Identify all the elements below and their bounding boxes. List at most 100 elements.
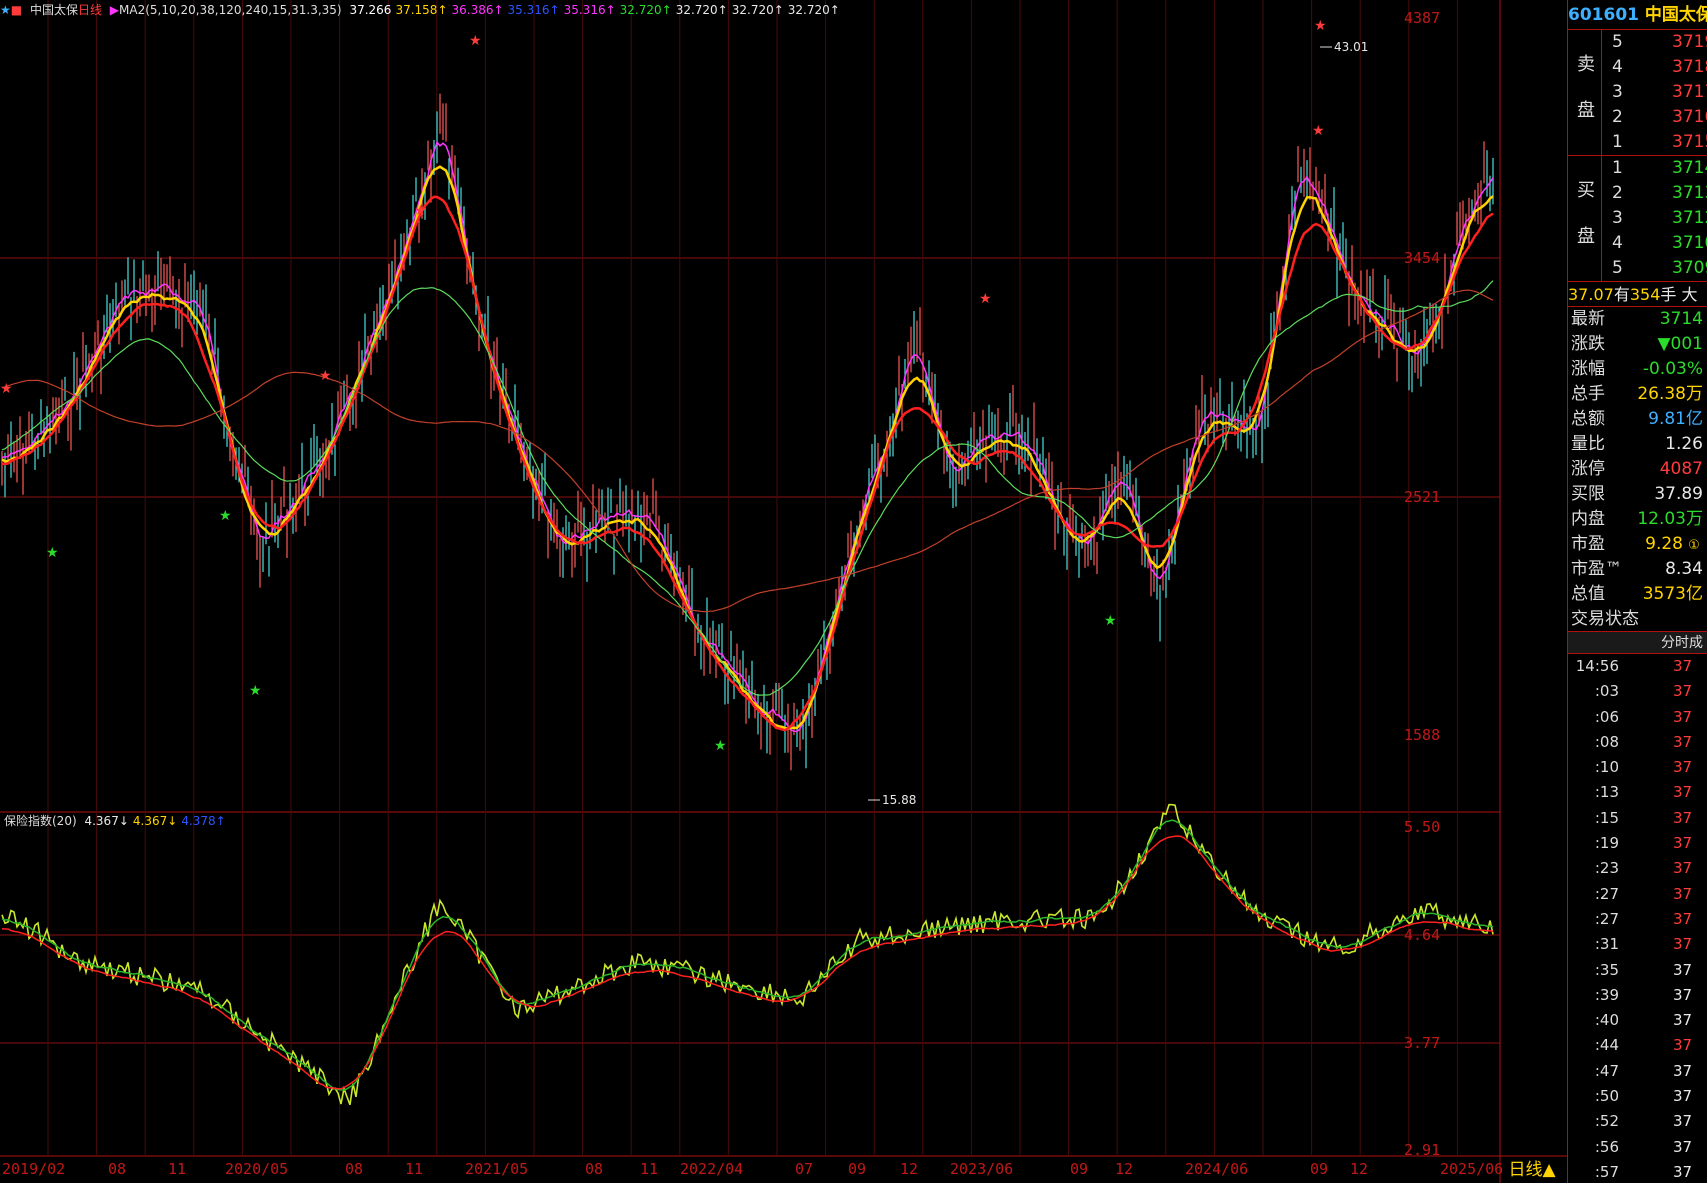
info-badge-icon[interactable]: ① [1685,537,1703,555]
quote-key: 最新 [1571,309,1605,329]
tick-row: 14:56 37 [1568,654,1707,679]
tick-time: :35 [1594,960,1619,979]
tick-price: 37 [1673,808,1693,827]
tick-price: 37 [1673,707,1693,726]
tick-time: :50 [1594,1087,1619,1106]
signal-star-icon: ★ [219,508,232,524]
tick-row: :23 37 [1568,856,1707,881]
ma-line-20 [1,195,1494,732]
quote-key: 涨停 [1571,459,1605,479]
quote-value: ▼001 [1657,334,1703,354]
quote-row: 总手 26.38万 [1568,382,1707,407]
signal-star-icon: ★ [469,33,482,49]
quote-row: 总值 3573亿 [1568,582,1707,607]
date-tick-label: 2019/02 [2,1160,66,1178]
sell-side-label: 卖 盘 [1568,30,1602,155]
sell-level-row[interactable]: 4 3718 [1602,55,1707,80]
sell-orderbook: 卖 盘 5 3719 4 3718 3 3717 2 3716 1 3715 [1568,30,1707,156]
period-tab[interactable]: 日线▲ [1500,1158,1564,1182]
sell-level-row[interactable]: 2 3716 [1602,105,1707,130]
sub-tick-label: 5.50 [1404,818,1441,836]
trade-summary: 37.07有354手 大 [1568,282,1707,307]
ma-value: 32.720↑ [731,3,784,17]
date-tick-label: 08 [585,1160,604,1178]
level-number: 3 [1612,82,1623,102]
date-tick-label: 2024/06 [1185,1160,1249,1178]
level-price: 3713 [1672,183,1707,203]
tick-price: 37 [1673,834,1693,853]
tick-row: :56 37 [1568,1135,1707,1160]
signal-star-icon: ★ [979,291,992,307]
level-price: 3718 [1672,57,1707,77]
kline-chart-canvas[interactable]: 43.01 15.88 ★ ★ ★ ★ ★ ★ ★ ★ ★ ★ ★ ★ [0,0,1707,1183]
buy-level-row[interactable]: 5 3709 [1602,256,1707,281]
tick-price: 37 [1673,1011,1693,1030]
tick-price: 37 [1673,1087,1693,1106]
tick-price: 37 [1673,1036,1693,1055]
tick-time: :57 [1594,1162,1619,1181]
date-tick-label: 12 [1115,1160,1134,1178]
high-price-annotation: 43.01 [1334,40,1368,54]
buy-level-row[interactable]: 1 3714 [1602,156,1707,181]
quote-value: 8.34 [1665,559,1703,579]
buy-level-row[interactable]: 3 3712 [1602,206,1707,231]
buy-level-row[interactable]: 4 3710 [1602,231,1707,256]
star-icon: ★ [0,3,11,17]
sub-indicator-label: 保险指数(20) [4,814,77,828]
quote-row: 最新 3714 [1568,307,1707,332]
period-label: 日线 [77,3,102,17]
quote-row: 涨跌 ▼001 [1568,332,1707,357]
ma-value: 32.720↑ [675,3,728,17]
ma-value: 32.720↑ [619,3,672,17]
ma-line-5 [1,140,1494,733]
quote-value: 4087 [1659,459,1703,479]
tick-row: :50 37 [1568,1084,1707,1109]
tick-price: 37 [1673,657,1693,675]
level-number: 3 [1612,208,1623,228]
level-number: 5 [1612,32,1623,52]
quote-key: 总值 [1571,584,1605,604]
quote-value: 3714 [1659,309,1703,329]
quote-value: 9.28 [1645,534,1683,554]
date-tick-label: 11 [640,1160,659,1178]
ma-value: 35.316↑ [563,3,616,17]
quote-value: 37.89 [1654,484,1703,504]
date-tick-label: 2023/06 [950,1160,1014,1178]
tick-row: :03 37 [1568,679,1707,704]
tick-row: :52 37 [1568,1109,1707,1134]
tick-time: 14:56 [1575,657,1619,675]
tick-header[interactable]: 分时成 [1568,632,1707,654]
signal-star-icon: ★ [46,545,59,561]
level-price: 3715 [1672,132,1707,152]
tick-row: :06 37 [1568,705,1707,730]
quote-value: -0.03% [1642,359,1703,379]
date-tick-label: 08 [345,1160,364,1178]
candles [1,93,1494,771]
sell-level-row[interactable]: 5 3719 [1602,30,1707,55]
ma-line-10 [1,165,1494,731]
tick-time: :06 [1594,707,1619,726]
sub-value: 4.367↓ [132,814,178,828]
quote-row: 涨幅 -0.03% [1568,357,1707,382]
tick-row: :47 37 [1568,1059,1707,1084]
quote-key: 涨幅 [1571,359,1605,379]
quote-key: 市盈™ [1571,559,1622,579]
quote-key: 量比 [1571,434,1605,454]
ma-value: 37.266 [349,3,392,17]
tick-row: :31 37 [1568,932,1707,957]
sell-level-row[interactable]: 1 3715 [1602,130,1707,155]
tick-time: :44 [1594,1036,1619,1055]
date-tick-label: 2021/05 [465,1160,529,1178]
quote-row: 涨停 4087 [1568,457,1707,482]
level-number: 1 [1612,132,1623,152]
price-tick-label: 4387 [1404,9,1441,27]
buy-orderbook: 买 盘 1 3714 2 3713 3 3712 4 3710 5 3709 [1568,156,1707,282]
date-tick-label: 07 [795,1160,814,1178]
tick-row: :27 37 [1568,882,1707,907]
tick-time: :52 [1594,1112,1619,1131]
signal-star-icon: ★ [249,683,262,699]
sub-tick-label: 4.64 [1404,926,1441,944]
sell-level-row[interactable]: 3 3717 [1602,80,1707,105]
buy-level-row[interactable]: 2 3713 [1602,181,1707,206]
level-price: 3719 [1672,32,1707,52]
